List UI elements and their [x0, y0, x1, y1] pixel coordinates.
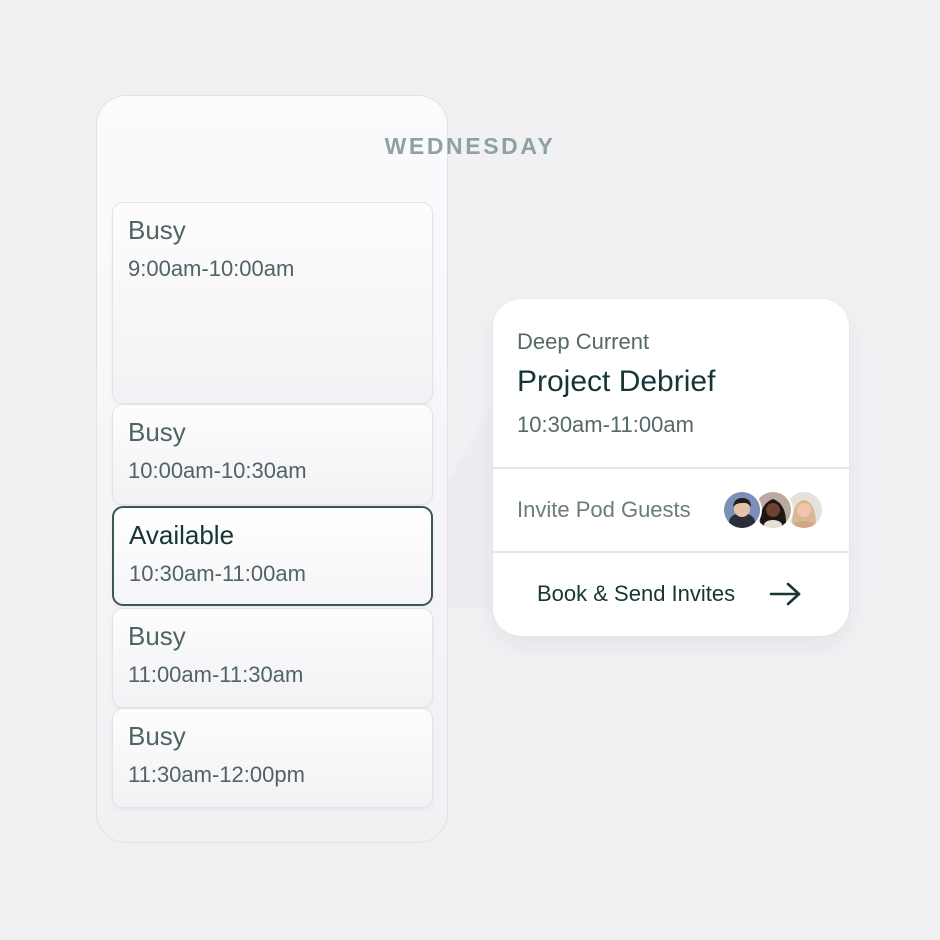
time-slot-busy[interactable]: Busy 9:00am-10:00am	[112, 202, 433, 404]
slot-status: Busy	[128, 417, 186, 447]
invite-guests-label: Invite Pod Guests	[517, 497, 691, 522]
slot-time: 10:00am-10:30am	[128, 458, 307, 483]
guest-avatars[interactable]	[722, 490, 824, 530]
event-popover: Deep Current Project Debrief 10:30am-11:…	[493, 299, 849, 636]
slot-status: Busy	[128, 721, 186, 751]
book-send-invites-button[interactable]: Book & Send Invites	[493, 552, 849, 636]
time-slot-busy[interactable]: Busy 10:00am-10:30am	[112, 404, 433, 505]
slot-time: 11:00am-11:30am	[128, 662, 304, 687]
invite-guests-row[interactable]: Invite Pod Guests	[493, 469, 849, 552]
arrow-right-icon	[769, 582, 801, 606]
book-button-label: Book & Send Invites	[537, 581, 736, 606]
slot-time: 10:30am-11:00am	[129, 561, 306, 586]
day-title: WEDNESDAY	[384, 133, 556, 159]
event-title: Project Debrief	[517, 365, 716, 398]
avatar	[722, 490, 762, 530]
slot-time: 9:00am-10:00am	[128, 256, 295, 281]
slot-status: Busy	[128, 621, 186, 651]
slot-status: Busy	[128, 215, 186, 245]
slot-status: Available	[129, 520, 235, 550]
event-calendar-name: Deep Current	[517, 329, 650, 354]
slot-time: 11:30am-12:00pm	[128, 762, 305, 787]
event-time: 10:30am-11:00am	[517, 412, 694, 437]
time-slot-busy[interactable]: Busy 11:30am-12:00pm	[112, 708, 433, 808]
time-slot-busy[interactable]: Busy 11:00am-11:30am	[112, 608, 433, 708]
time-slot-available[interactable]: Available 10:30am-11:00am	[112, 506, 433, 606]
